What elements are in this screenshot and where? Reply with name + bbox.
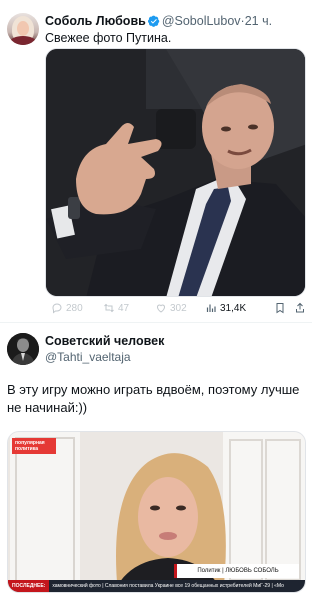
tweet-photo[interactable] bbox=[45, 48, 306, 297]
tweet: Соболь Любовь @SobolLubov·21 ч. Свежее фо… bbox=[0, 0, 312, 322]
author-handle[interactable]: @Tahti_vaeltaja bbox=[45, 349, 131, 365]
ticker-label: ПОСЛЕДНЕЕ: bbox=[8, 580, 50, 592]
post-video-frame[interactable]: популярная политика Политик | ЛЮБОВЬ СОБ… bbox=[7, 431, 306, 593]
share-button[interactable] bbox=[294, 300, 306, 316]
post-text: В эту игру можно играть вдвоём, поэтому … bbox=[7, 382, 300, 415]
heart-icon bbox=[156, 304, 166, 313]
views-count: 31,4K bbox=[220, 302, 247, 314]
bookmark-button[interactable] bbox=[274, 300, 286, 316]
author-avatar[interactable] bbox=[7, 333, 39, 365]
tweet-text: Свежее фото Путина. bbox=[45, 31, 172, 45]
bookmark-icon bbox=[276, 303, 284, 314]
author-name[interactable]: Соболь Любовь bbox=[45, 14, 146, 28]
reply-count: 280 bbox=[66, 302, 83, 314]
tweet-time[interactable]: 21 ч. bbox=[245, 14, 272, 28]
photo-illustration bbox=[46, 49, 305, 296]
ticker-text: хамовнический фото | Славония поставила … bbox=[52, 583, 284, 589]
retweet-button[interactable]: 47 bbox=[103, 300, 129, 316]
author-name[interactable]: Советский человек bbox=[45, 333, 164, 349]
avatar-portrait-icon bbox=[7, 333, 39, 365]
like-button[interactable]: 302 bbox=[155, 300, 187, 316]
retweet-icon bbox=[104, 303, 114, 313]
retweet-count: 47 bbox=[118, 302, 130, 314]
tweet-actions: 280 47 302 31,4K bbox=[45, 300, 306, 316]
like-count: 302 bbox=[170, 302, 187, 314]
lower-third: Политик | ЛЮБОВЬ СОБОЛЬ bbox=[174, 564, 299, 578]
views-chart-icon bbox=[206, 304, 216, 312]
views-button[interactable]: 31,4K bbox=[205, 300, 246, 316]
reply-button[interactable]: 280 bbox=[51, 300, 83, 316]
share-icon bbox=[296, 302, 304, 313]
post-divider bbox=[0, 322, 312, 323]
tweet-header: Соболь Любовь @SobolLubov·21 ч. bbox=[45, 13, 307, 29]
author-avatar[interactable] bbox=[7, 13, 39, 45]
verified-badge-icon bbox=[147, 15, 160, 31]
video-badge: популярная политика bbox=[12, 438, 56, 454]
reply-icon bbox=[52, 303, 62, 314]
news-ticker: ПОСЛЕДНЕЕ: хамовнический фото | Славония … bbox=[8, 580, 305, 592]
author-handle[interactable]: @SobolLubov bbox=[162, 14, 241, 28]
